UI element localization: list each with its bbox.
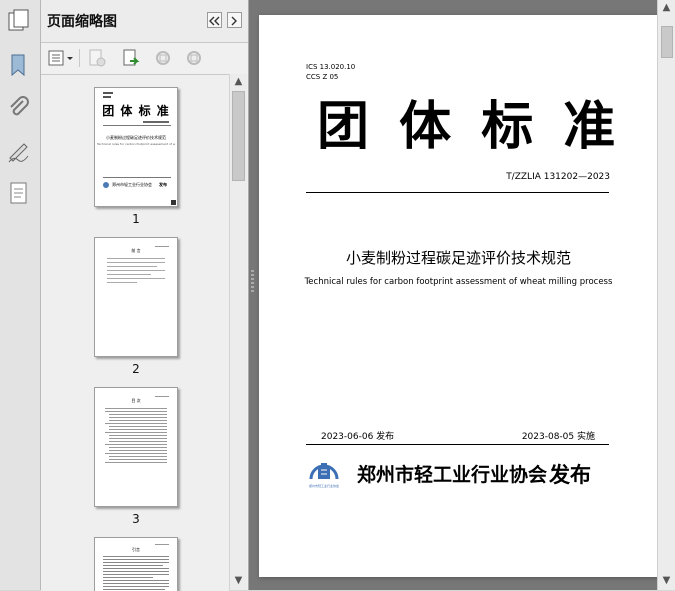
- standard-number: T/ZZLIA 131202—2023: [506, 172, 610, 182]
- document-page: ICS 13.020.10 CCS Z 05 团 体 标 准 T/ZZLIA 1…: [259, 15, 658, 577]
- page-thumbnail-2[interactable]: 前 言: [94, 237, 178, 357]
- thumbnail-list: 团 体 标 准 小麦制粉过程碳足迹评价技术规范 Technical rules …: [41, 74, 229, 591]
- thumb-logo-icon: [103, 182, 109, 188]
- scrollbar-thumb[interactable]: [232, 91, 245, 181]
- expand-panel-button[interactable]: [227, 12, 242, 28]
- thumb-page-number: 2: [132, 362, 140, 376]
- implementation-date: 2023-08-05 实施: [521, 432, 595, 442]
- options-menu-button[interactable]: [47, 48, 75, 68]
- attachment-icon[interactable]: [6, 95, 32, 121]
- doc-scroll-up-arrow-icon[interactable]: ▲: [658, 0, 675, 16]
- doc-scrollbar-thumb[interactable]: [661, 26, 673, 58]
- thumb-title: 团 体 标 准: [102, 104, 170, 118]
- document-scrollbar[interactable]: ▲ ▼: [657, 0, 675, 590]
- thumb-page-number: 3: [132, 512, 140, 526]
- thumb-subtitle: 小麦制粉过程碳足迹评价技术规范: [106, 135, 166, 140]
- thumb-heading: 前 言: [131, 248, 141, 253]
- thumb-publish: 发布: [159, 182, 167, 187]
- pages-icon[interactable]: [6, 8, 32, 34]
- page-thumbnail-3[interactable]: 目 次: [94, 387, 178, 507]
- thumbnail-scrollbar[interactable]: ▲ ▼: [229, 74, 247, 590]
- rotate-right-icon[interactable]: [184, 48, 204, 68]
- rotate-left-icon[interactable]: [153, 48, 173, 68]
- thumb-org: 郑州市轻工业行业协会: [112, 182, 152, 187]
- ccs-code: CCS Z 05: [306, 73, 339, 81]
- collapse-panel-button[interactable]: [207, 12, 222, 28]
- association-logo-icon: 郑州市轻工业行业协会: [307, 457, 341, 489]
- panel-splitter-handle[interactable]: [251, 270, 254, 294]
- thumb-english: Technical rules for carbon footprint ass…: [97, 142, 175, 146]
- thumb-page-number: 1: [132, 212, 140, 226]
- bottom-rule: [306, 444, 609, 445]
- thumbnail-toolbar: [41, 43, 248, 73]
- doc-scroll-down-arrow-icon[interactable]: ▼: [658, 573, 675, 589]
- ics-code: ICS 13.020.10: [306, 63, 356, 71]
- page-resize-handle[interactable]: [171, 200, 176, 205]
- title-chinese: 小麦制粉过程碳足迹评价技术规范: [345, 249, 571, 267]
- thumb-heading: 目 次: [131, 398, 141, 403]
- rotate-page-icon[interactable]: [121, 48, 141, 68]
- issue-date: 2023-06-06 发布: [321, 432, 395, 442]
- panel-header: 页面缩略图: [41, 0, 248, 43]
- navigation-bar: [0, 0, 41, 590]
- delete-page-icon[interactable]: [87, 48, 107, 68]
- publish-label: 发布: [549, 463, 591, 487]
- logo-caption: 郑州市轻工业行业协会: [308, 484, 339, 488]
- toolbar-separator: [79, 49, 80, 67]
- panel-title: 页面缩略图: [47, 14, 117, 30]
- bookmark-icon[interactable]: [6, 52, 32, 78]
- publisher-name: 郑州市轻工业行业协会: [357, 464, 548, 486]
- title-english: Technical rules for carbon footprint ass…: [304, 277, 613, 287]
- thumbnail-panel: 页面缩略图 团 体 标 准 小麦制粉过程碳足迹评价技术规范 Technical …: [41, 0, 249, 591]
- page-thumbnail-4[interactable]: 引言: [94, 537, 178, 591]
- top-rule: [306, 192, 609, 193]
- page-thumbnail-1[interactable]: 团 体 标 准 小麦制粉过程碳足迹评价技术规范 Technical rules …: [94, 87, 178, 207]
- main-title: 团 体 标 准: [317, 96, 622, 157]
- scroll-down-arrow-icon[interactable]: ▼: [230, 573, 247, 589]
- signature-icon[interactable]: [6, 138, 32, 164]
- content-icon[interactable]: [6, 180, 32, 206]
- thumb-heading: 引言: [132, 547, 140, 552]
- scroll-up-arrow-icon[interactable]: ▲: [230, 74, 247, 90]
- document-viewer: ICS 13.020.10 CCS Z 05 团 体 标 准 T/ZZLIA 1…: [249, 0, 658, 590]
